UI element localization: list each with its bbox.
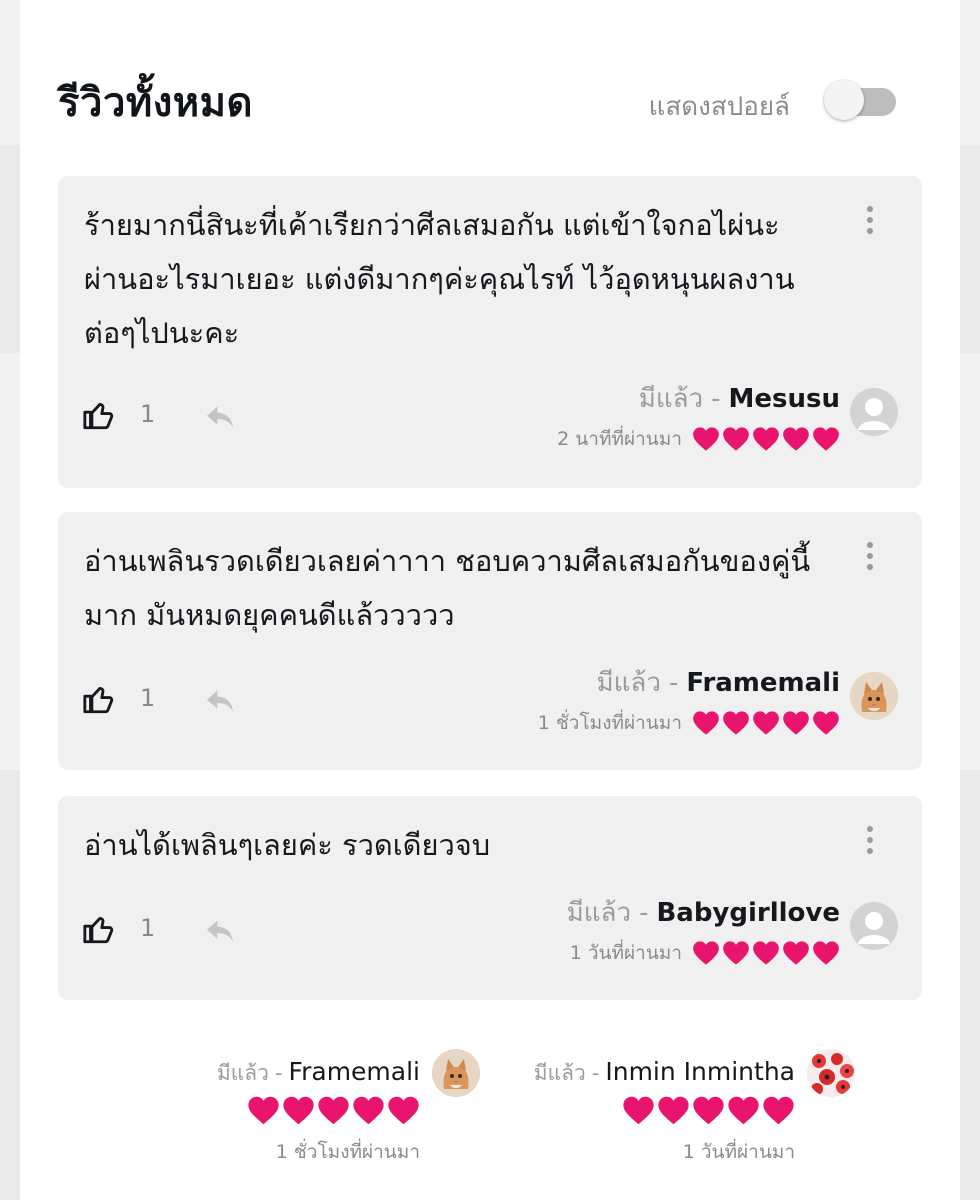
toggle-knob [824,80,864,120]
separator: - [274,1061,283,1085]
user-avatar[interactable] [850,902,898,950]
review-card: อ่านได้เพลินๆเลยค่ะ รวดเดียวจบ 1 มีแล้ว -… [58,796,922,1000]
more-options-icon[interactable] [866,206,874,238]
separator: - [711,384,721,414]
review-meta: มีแล้ว - Framemali [597,662,840,703]
heart-icon [693,711,719,735]
review-time-rating: 1 ชั่วโมงที่ผ่านมา [538,708,840,738]
review-text: อ่านเพลินรวดเดียวเลยค่าาาา ชอบความศีลเสม… [84,544,811,632]
kitten-avatar-icon [432,1049,480,1097]
rating-hearts [247,1095,420,1126]
heart-icon [723,941,749,965]
more-options-icon[interactable] [866,542,874,574]
review-text: อ่านได้เพลินๆเลยค่ะ รวดเดียวจบ [84,828,491,862]
review-time: 1 วันที่ผ่านมา [569,942,682,964]
mini-review: มีแล้ว - Inmin Inmintha 1 วันที่ผ่านมา [534,1045,855,1165]
heart-icon [283,1096,314,1125]
review-time-rating: 1 วันที่ผ่านมา [570,938,840,968]
review-meta: มีแล้ว - Babygirllove [567,892,840,933]
heart-icon [693,427,719,451]
user-avatar[interactable] [850,388,898,436]
heart-icon [318,1096,349,1125]
author-name[interactable]: Inmin Inmintha [605,1057,795,1086]
rating-hearts [692,940,840,966]
spoiler-toggle[interactable] [824,80,896,120]
review-time: 1 ชั่วโมงที่ผ่านมา [537,712,682,734]
author-name[interactable]: Babygirllove [656,898,840,928]
background-band [0,770,20,1200]
thumbs-up-icon[interactable] [82,682,116,716]
review-time-rating: 2 นาทีที่ผ่านมา [557,424,840,454]
heart-icon [623,1096,654,1125]
reply-icon[interactable] [204,404,236,430]
review-text: ร้ายมากนี่สินะที่เค้าเรียกว่าศีลเสมอกัน … [84,208,795,350]
heart-icon [763,1096,794,1125]
separator: - [591,1061,600,1085]
reply-icon[interactable] [204,688,236,714]
page-title: รีวิวทั้งหมด [58,80,254,126]
reply-icon[interactable] [204,918,236,944]
heart-icon [813,941,839,965]
default-user-icon [850,388,898,436]
heart-icon [248,1096,279,1125]
review-time: 2 นาทีที่ผ่านมา [557,428,682,450]
separator: - [668,668,679,698]
heart-icon [783,427,809,451]
heart-icon [783,711,809,735]
heart-icon [388,1096,419,1125]
reviews-header: รีวิวทั้งหมด แสดงสปอยล์ [58,70,920,130]
heart-icon [658,1096,689,1125]
rating-hearts [692,426,840,452]
review-card: ร้ายมากนี่สินะที่เค้าเรียกว่าศีลเสมอกัน … [58,176,922,488]
heart-icon [783,941,809,965]
ownership-status: มีแล้ว [533,1061,586,1085]
review-time: 1 วันที่ผ่านมา [682,1141,795,1163]
heart-icon [753,941,779,965]
like-count: 1 [140,914,156,942]
user-avatar[interactable] [807,1049,855,1097]
flower-avatar-icon [807,1049,855,1097]
user-avatar[interactable] [432,1049,480,1097]
like-count: 1 [140,400,156,428]
heart-icon [753,427,779,451]
review-meta: มีแล้ว - Mesusu [639,378,840,419]
mini-review: มีแล้ว - Framemali 1 ชั่วโมงที่ผ่านมา [160,1045,480,1165]
heart-icon [693,941,719,965]
like-count: 1 [140,684,156,712]
review-meta: มีแล้ว - Inmin Inmintha [534,1057,795,1090]
heart-icon [728,1096,759,1125]
thumbs-up-icon[interactable] [82,912,116,946]
heart-icon [813,711,839,735]
heart-icon [813,427,839,451]
ownership-status: มีแล้ว [596,668,661,698]
background-band [960,770,980,1200]
review-time: 1 ชั่วโมงที่ผ่านมา [275,1141,420,1163]
author-name[interactable]: Mesusu [729,384,840,414]
heart-icon [353,1096,384,1125]
background-band [960,145,980,353]
kitten-avatar-icon [850,672,898,720]
reviews-panel: รีวิวทั้งหมด แสดงสปอยล์ ร้ายมากนี่สินะที… [20,0,960,1200]
rating-hearts [692,710,840,736]
spoiler-toggle-label: แสดงสปอยล์ [648,92,790,122]
rating-hearts [622,1095,795,1126]
thumbs-up-icon[interactable] [82,398,116,432]
author-name[interactable]: Framemali [289,1057,420,1086]
ownership-status: มีแล้ว [216,1061,269,1085]
ownership-status: มีแล้ว [566,898,632,928]
more-options-icon[interactable] [866,826,874,858]
review-meta: มีแล้ว - Framemali [217,1057,420,1090]
review-card: อ่านเพลินรวดเดียวเลยค่าาาา ชอบความศีลเสม… [58,512,922,770]
author-name[interactable]: Framemali [686,668,840,698]
heart-icon [753,711,779,735]
heart-icon [693,1096,724,1125]
heart-icon [723,427,749,451]
ownership-status: มีแล้ว [638,384,704,414]
default-user-icon [850,902,898,950]
heart-icon [723,711,749,735]
background-band [0,145,20,353]
separator: - [639,898,649,928]
user-avatar[interactable] [850,672,898,720]
